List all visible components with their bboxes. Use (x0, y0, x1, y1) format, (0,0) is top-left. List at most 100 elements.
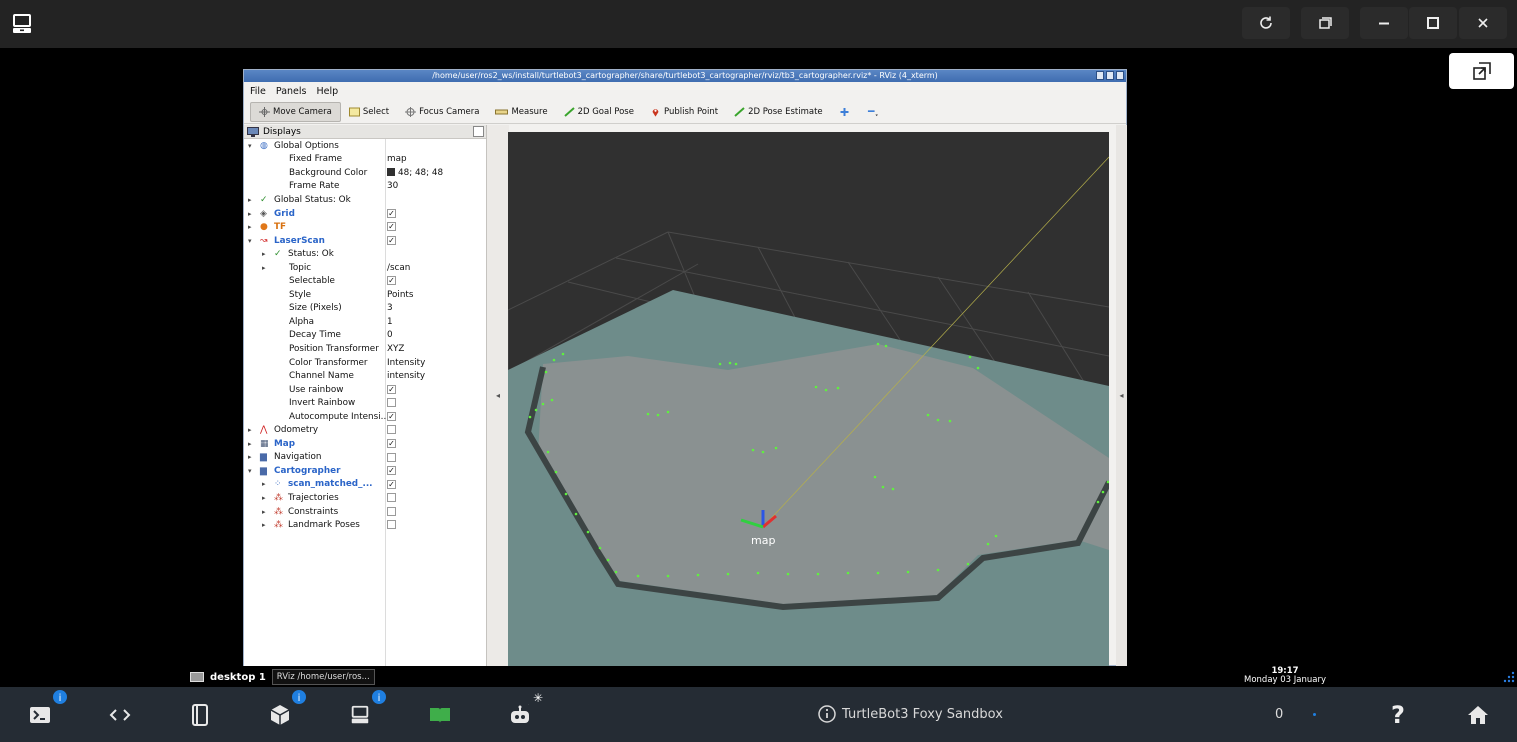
expand-arrow-icon[interactable]: ▾ (248, 237, 252, 245)
expand-arrow-icon[interactable]: ▾ (248, 142, 252, 150)
property-value[interactable]: 0 (387, 330, 393, 340)
collapse-arrow-icon[interactable]: ▸ (262, 480, 266, 488)
rviz-task-button[interactable]: RViz /home/user/ros... (271, 669, 375, 685)
property-value[interactable]: XYZ (387, 344, 404, 354)
collapse-arrow-icon[interactable]: ▸ (248, 210, 252, 218)
property-value[interactable]: 30 (387, 181, 398, 191)
help-button[interactable]: ? (1386, 701, 1410, 729)
publish-point-tool[interactable]: Publish Point (642, 102, 726, 122)
display-row-topic[interactable]: ▸ Topic/scan (244, 261, 486, 275)
desktop-label[interactable]: desktop 1 (210, 672, 266, 683)
property-value[interactable]: 48; 48; 48 (387, 167, 443, 178)
window-maximize-button[interactable] (1106, 71, 1114, 80)
remove-tool-button[interactable] (858, 102, 887, 122)
enable-checkbox[interactable]: ✓ (387, 235, 396, 245)
display-row-global-options[interactable]: ▾ ◍ Global Options (244, 139, 486, 153)
enable-checkbox[interactable]: ✓ (387, 466, 396, 476)
display-row-position-transformer[interactable]: Position Transformer XYZ (244, 342, 486, 356)
notebook-button[interactable] (188, 703, 212, 727)
display-row-style[interactable]: Style Points (244, 288, 486, 302)
select-tool[interactable]: Select (341, 102, 397, 122)
collapse-arrow-icon[interactable]: ▸ (262, 494, 266, 502)
add-tool-button[interactable] (831, 102, 858, 122)
desktop-button[interactable] (348, 703, 372, 727)
display-row-use-rainbow[interactable]: Use rainbow ✓ (244, 383, 486, 397)
display-row-laserscan[interactable]: ▾ ↝ LaserScan ✓ (244, 234, 486, 248)
desktop-icon[interactable] (10, 12, 34, 36)
display-row-background-color[interactable]: Background Color 48; 48; 48 (244, 166, 486, 180)
collapse-arrow-icon[interactable]: ▸ (248, 440, 252, 448)
collapse-arrow-icon[interactable]: ▸ (262, 264, 266, 272)
collapse-arrow-icon[interactable]: ▸ (248, 196, 252, 204)
enable-checkbox[interactable] (387, 452, 396, 462)
3d-viewport[interactable]: map (508, 132, 1109, 666)
display-row-landmark-poses[interactable]: ▸ ⁂ Landmark Poses (244, 518, 486, 532)
display-row-invert-rainbow[interactable]: Invert Rainbow (244, 396, 486, 410)
terminal-button[interactable] (28, 703, 52, 727)
display-row-tf[interactable]: ▸ ● TF ✓ (244, 220, 486, 234)
home-button[interactable] (1466, 703, 1490, 727)
display-row-status-ok[interactable]: ▸ ✓ Status: Ok (244, 247, 486, 261)
enable-checkbox[interactable]: ✓ (387, 384, 396, 394)
collapse-arrow-icon[interactable]: ▸ (262, 508, 266, 516)
display-row-fixed-frame[interactable]: Fixed Frame map (244, 153, 486, 167)
display-row-selectable[interactable]: Selectable ✓ (244, 274, 486, 288)
enable-checkbox[interactable] (387, 425, 396, 435)
enable-checkbox[interactable]: ✓ (387, 479, 396, 489)
window-close-button[interactable] (1116, 71, 1124, 80)
display-row-trajectories[interactable]: ▸ ⁂ Trajectories (244, 491, 486, 505)
close-button[interactable] (1459, 7, 1507, 39)
display-row-color-transformer[interactable]: Color Transformer Intensity (244, 356, 486, 370)
property-value[interactable]: Intensity (387, 358, 425, 368)
popout-button[interactable] (1449, 53, 1514, 89)
window-minimize-button[interactable] (1096, 71, 1104, 80)
display-row-scan-matched[interactable]: ▸ ⁘ scan_matched_... ✓ (244, 478, 486, 492)
book-button[interactable] (428, 703, 452, 727)
enable-checkbox[interactable] (387, 506, 396, 516)
enable-checkbox[interactable]: ✓ (387, 439, 396, 449)
display-row-grid[interactable]: ▸ ◈ Grid ✓ (244, 207, 486, 221)
display-row-navigation[interactable]: ▸ ▆ Navigation (244, 451, 486, 465)
property-value[interactable]: 3 (387, 303, 393, 313)
property-value[interactable]: 1 (387, 317, 393, 327)
display-row-odometry[interactable]: ▸ ⋀ Odometry (244, 423, 486, 437)
enable-checkbox[interactable] (387, 493, 396, 503)
collapse-arrow-icon[interactable]: ▸ (248, 223, 252, 231)
enable-checkbox[interactable]: ✓ (387, 411, 396, 421)
property-value[interactable]: intensity (387, 371, 425, 381)
panel-undock-button[interactable] (473, 126, 484, 137)
display-row-alpha[interactable]: Alpha 1 (244, 315, 486, 329)
property-value[interactable]: Points (387, 290, 413, 300)
display-row-size-pixels[interactable]: Size (Pixels) 3 (244, 302, 486, 316)
measure-tool[interactable]: Measure (487, 102, 555, 122)
collapse-arrow-icon[interactable]: ▸ (262, 250, 266, 258)
enable-checkbox[interactable]: ✓ (387, 222, 396, 232)
2d-goal-pose-tool[interactable]: 2D Goal Pose (556, 102, 642, 122)
2d-pose-estimate-tool[interactable]: 2D Pose Estimate (726, 102, 831, 122)
expand-arrow-icon[interactable]: ▾ (248, 467, 252, 475)
map-scene[interactable]: map (508, 132, 1109, 666)
menu-help[interactable]: Help (316, 86, 338, 97)
maximize-button[interactable] (1409, 7, 1457, 39)
display-row-decay-time[interactable]: Decay Time 0 (244, 329, 486, 343)
menu-panels[interactable]: Panels (276, 86, 307, 97)
minimize-button[interactable] (1360, 7, 1408, 39)
display-row-global-status-ok[interactable]: ▸ ✓ Global Status: Ok (244, 193, 486, 207)
windows-button[interactable] (1301, 7, 1349, 39)
collapse-arrow-icon[interactable]: ▸ (248, 426, 252, 434)
package-button[interactable] (268, 703, 292, 727)
enable-checkbox[interactable]: ✓ (387, 276, 396, 286)
code-editor-button[interactable] (108, 703, 132, 727)
property-value[interactable]: map (387, 154, 407, 164)
enable-checkbox[interactable]: ✓ (387, 208, 396, 218)
display-row-autocompute-intensi[interactable]: Autocompute Intensi... ✓ (244, 410, 486, 424)
focus-camera-tool[interactable]: Focus Camera (397, 102, 487, 122)
display-row-map[interactable]: ▸ ▦ Map ✓ (244, 437, 486, 451)
move-camera-tool[interactable]: Move Camera (250, 101, 341, 122)
display-row-frame-rate[interactable]: Frame Rate 30 (244, 180, 486, 194)
menu-file[interactable]: File (250, 86, 266, 97)
collapse-arrow-icon[interactable]: ▸ (262, 521, 266, 529)
panel-splitter[interactable]: ◂ (487, 125, 509, 666)
collapse-arrow-icon[interactable]: ▸ (248, 453, 252, 461)
enable-checkbox[interactable] (387, 520, 396, 530)
